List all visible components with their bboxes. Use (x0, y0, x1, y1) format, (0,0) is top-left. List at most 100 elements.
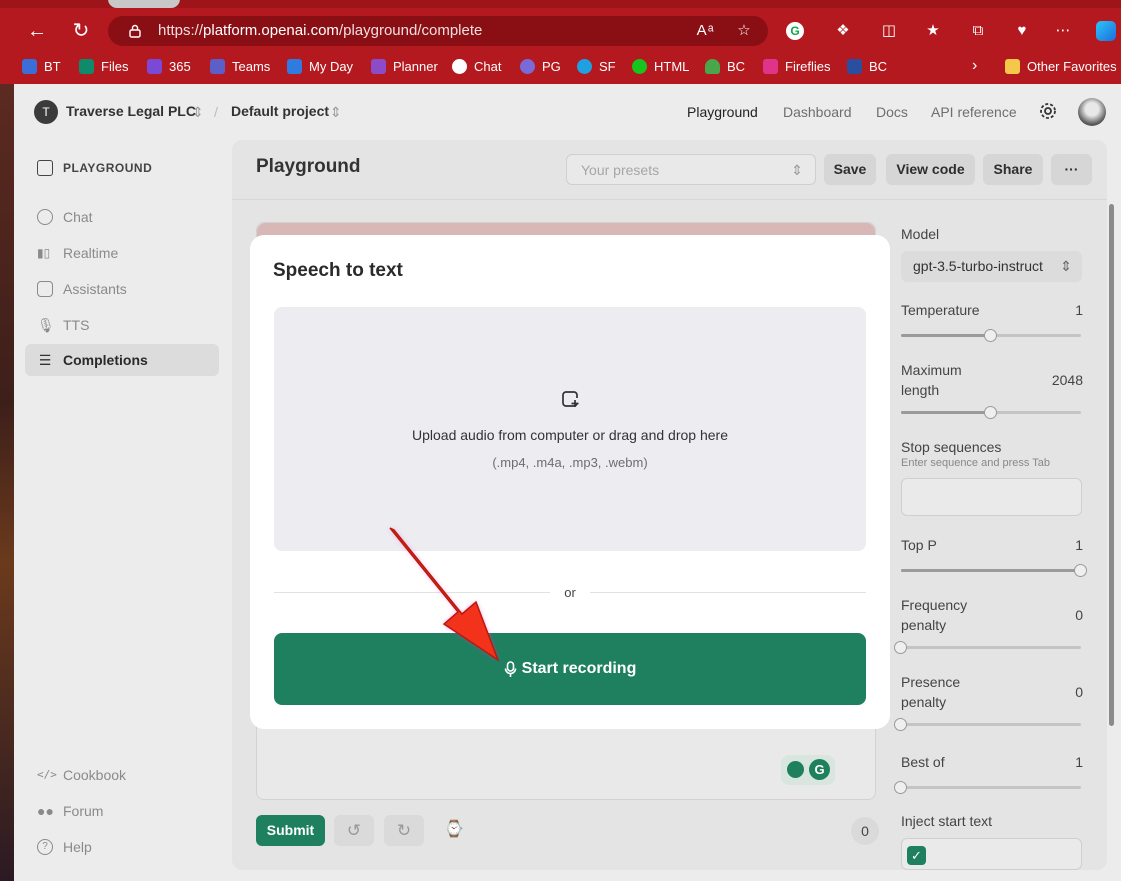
favorite-pg[interactable]: PG (520, 52, 561, 80)
copilot-icon[interactable] (1096, 21, 1116, 41)
back-arrow-icon[interactable]: ← (24, 18, 50, 44)
read-aloud-icon[interactable]: A ᵃ (694, 20, 716, 42)
editor-tools: G (781, 755, 835, 785)
regenerate-icon[interactable]: ↻ (384, 815, 424, 846)
sidebar-item-tts[interactable]: 🎙 TTS (25, 309, 219, 341)
more-menu-icon[interactable]: ⋯ (1052, 20, 1074, 42)
sidebar-item-cookbook[interactable]: </> Cookbook (25, 759, 219, 791)
sidebar-item-help[interactable]: ? Help (25, 831, 219, 863)
presets-select[interactable]: Your presets ⇕ (566, 154, 816, 185)
gear-icon[interactable] (1038, 101, 1058, 121)
speech-to-text-modal: Speech to text Upload audio from compute… (250, 235, 890, 729)
audio-dropzone[interactable]: Upload audio from computer or drag and d… (274, 307, 866, 551)
extensions-icon[interactable]: ❖ (832, 20, 854, 42)
slider-knob[interactable] (894, 641, 907, 654)
grammarly-icon[interactable]: G (786, 22, 804, 40)
favorite-label: 365 (169, 58, 191, 74)
nav-api-reference[interactable]: API reference (931, 104, 1017, 120)
nav-dashboard[interactable]: Dashboard (783, 104, 852, 120)
address-bar[interactable]: https://platform.openai.com/playground/c… (108, 16, 768, 46)
sidebar-section-playground[interactable]: PLAYGROUND (25, 152, 219, 184)
more-button[interactable]: ··· (1051, 154, 1092, 185)
max-length-value: 2048 (1051, 372, 1083, 388)
frequency-penalty-value: 0 (1075, 607, 1083, 623)
favorites-icon[interactable]: ★ (922, 20, 944, 42)
sidebar-item-realtime[interactable]: ▮▯ Realtime (25, 237, 219, 269)
model-select[interactable]: gpt-3.5-turbo-instruct ⇕ (901, 251, 1082, 282)
fireflies-favicon-icon (763, 58, 778, 74)
org-name[interactable]: Traverse Legal PLC (66, 103, 196, 119)
header-divider (232, 199, 1107, 200)
sidebar-item-forum[interactable]: ●● Forum (25, 795, 219, 827)
slider-knob[interactable] (984, 406, 997, 419)
browser-tab[interactable] (108, 0, 180, 8)
favorite-label: BT (44, 58, 61, 74)
favorite-fireflies[interactable]: Fireflies (763, 52, 831, 80)
org-chevron-icon[interactable]: ⇕ (192, 104, 204, 121)
other-favorites[interactable]: Other Favorites (1005, 52, 1117, 80)
user-avatar[interactable] (1078, 98, 1106, 126)
split-screen-icon[interactable]: ◫ (878, 20, 900, 42)
star-icon[interactable]: ☆ (733, 20, 755, 42)
planner-favicon-icon (371, 58, 386, 74)
checkmark-icon[interactable]: ✓ (907, 846, 926, 865)
view-code-button[interactable]: View code (886, 154, 975, 185)
frequency-penalty-slider[interactable] (894, 641, 1081, 654)
sidebar-section-label: PLAYGROUND (63, 161, 153, 175)
favorite-bc[interactable]: BC (705, 52, 745, 80)
sidebar-item-assistants[interactable]: Assistants (25, 273, 219, 305)
history-icon[interactable]: ⌚ (442, 818, 466, 842)
share-button[interactable]: Share (983, 154, 1043, 185)
favorites-bar: BT Files 365 Teams My Day Planner Chat P… (0, 52, 1121, 80)
lightbulb-icon[interactable] (787, 761, 804, 778)
grammarly-icon[interactable]: G (809, 759, 830, 780)
project-chevron-icon[interactable]: ⇕ (330, 104, 342, 121)
favorite-html[interactable]: HTML (632, 52, 689, 80)
best-of-slider[interactable] (894, 781, 1081, 794)
stop-sequences-input[interactable] (901, 478, 1082, 516)
favorite-365[interactable]: 365 (147, 52, 191, 80)
sidebar-item-label: Help (63, 839, 92, 855)
start-recording-button[interactable]: Start recording (274, 633, 866, 705)
favorite-my-day[interactable]: My Day (287, 52, 353, 80)
favorite-chat[interactable]: Chat (452, 52, 501, 80)
refresh-icon[interactable]: ↻ (68, 18, 94, 44)
favorite-label: Chat (474, 58, 502, 74)
favorite-sf[interactable]: SF (577, 52, 616, 80)
favorite-bt[interactable]: BT (22, 52, 61, 80)
collections-icon[interactable]: ⧉ (967, 20, 989, 42)
health-icon[interactable]: ♥ (1011, 20, 1033, 42)
presence-penalty-slider[interactable] (894, 718, 1081, 731)
nav-playground[interactable]: Playground (687, 104, 758, 120)
sidebar-item-chat[interactable]: Chat (25, 201, 219, 233)
top-p-slider[interactable] (901, 564, 1087, 577)
chevron-right-icon[interactable]: › (972, 52, 977, 80)
bt-favicon-icon (22, 58, 37, 74)
nav-docs[interactable]: Docs (876, 104, 908, 120)
sidebar-item-completions[interactable]: ☰ Completions (25, 344, 219, 376)
files-favicon-icon (79, 58, 94, 74)
org-avatar[interactable]: T (34, 100, 58, 124)
slider-knob[interactable] (1074, 564, 1087, 577)
undo-icon[interactable]: ↺ (334, 815, 374, 846)
lock-icon[interactable] (128, 24, 142, 38)
save-button[interactable]: Save (824, 154, 876, 185)
submit-button[interactable]: Submit (256, 815, 325, 846)
chat-favicon-icon (452, 58, 467, 74)
slider-knob[interactable] (894, 718, 907, 731)
temperature-slider[interactable] (901, 329, 1081, 342)
slider-knob[interactable] (984, 329, 997, 342)
favorite-files[interactable]: Files (79, 52, 128, 80)
favorite-bc-2[interactable]: BC (847, 52, 887, 80)
slider-knob[interactable] (894, 781, 907, 794)
project-name[interactable]: Default project (231, 103, 329, 119)
best-of-label: Best of (901, 754, 945, 770)
inject-start-field[interactable]: ✓ (901, 838, 1082, 870)
model-value: gpt-3.5-turbo-instruct (913, 258, 1043, 274)
slider-fill (901, 334, 991, 337)
max-length-slider[interactable] (901, 406, 1081, 419)
favorite-planner[interactable]: Planner (371, 52, 438, 80)
scrollbar[interactable] (1109, 204, 1114, 726)
favorite-teams[interactable]: Teams (210, 52, 270, 80)
sidebar-item-label: Realtime (63, 245, 119, 261)
